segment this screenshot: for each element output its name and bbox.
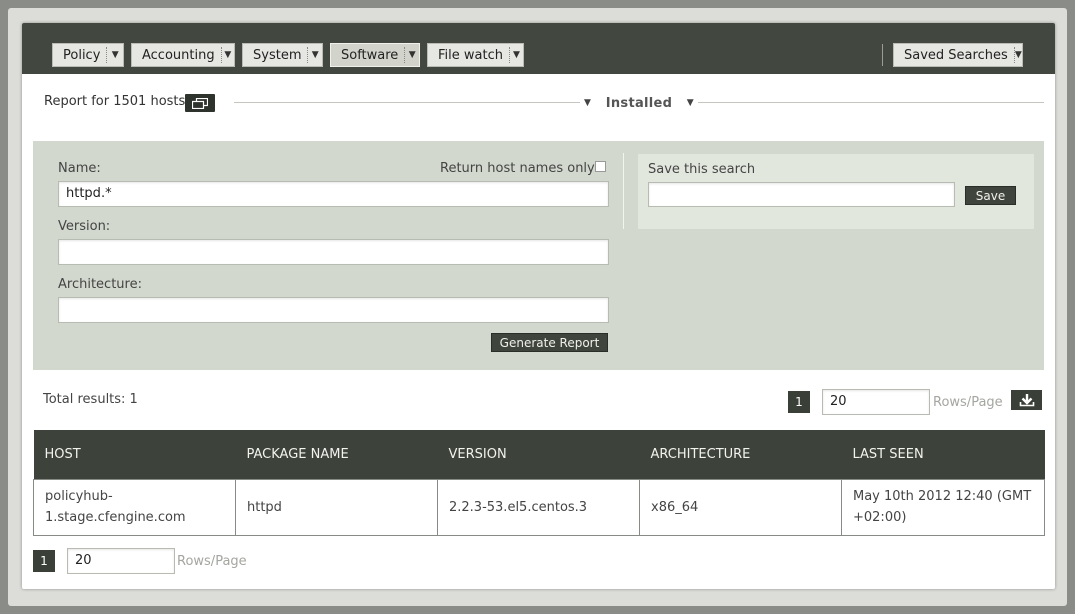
- version-input[interactable]: [58, 239, 609, 265]
- chevron-down-icon[interactable]: ▼: [222, 50, 234, 60]
- rows-per-page-label-bottom: Rows/Page: [177, 554, 247, 569]
- divider-line: [234, 102, 580, 103]
- chevron-down-icon[interactable]: ▼: [308, 50, 322, 60]
- menu-policy-label: Policy: [63, 47, 101, 63]
- save-search-box: Save this search Save: [638, 154, 1034, 229]
- filter-panel: Name: Return host names only: httpd.* Ve…: [33, 141, 1044, 370]
- chevron-down-icon[interactable]: ▼: [405, 50, 419, 60]
- new-window-button[interactable]: [185, 94, 215, 112]
- name-input[interactable]: httpd.*: [58, 181, 609, 207]
- chevron-down-icon: ▼: [584, 98, 592, 108]
- menu-software-label: Software: [341, 47, 399, 63]
- cell-host: policyhub-1.stage.cfengine.com: [33, 478, 236, 536]
- installed-view-selector[interactable]: ▼ Installed ▼: [584, 93, 694, 113]
- menu-software[interactable]: Software ▼: [330, 43, 420, 67]
- report-title: Report for 1501 hosts: [44, 94, 186, 109]
- column-header-version[interactable]: VERSION: [437, 430, 640, 479]
- return-host-names-label: Return host names only:: [440, 161, 599, 176]
- toolbar-divider: [882, 44, 883, 66]
- filter-separator: [623, 153, 624, 229]
- column-header-architecture[interactable]: ARCHITECTURE: [639, 430, 842, 479]
- name-label: Name:: [58, 161, 101, 176]
- table-header-row: HOST PACKAGE NAME VERSION ARCHITECTURE L…: [33, 430, 1045, 479]
- menu-file-watch-label: File watch: [438, 47, 503, 63]
- rows-per-page-label: Rows/Page: [933, 395, 1003, 410]
- saved-searches-label: Saved Searches: [904, 47, 1008, 63]
- column-header-last-seen[interactable]: LAST SEEN: [841, 430, 1045, 479]
- menu-file-watch[interactable]: File watch ▼: [427, 43, 524, 67]
- menu-policy[interactable]: Policy ▼: [52, 43, 124, 67]
- page-number-button[interactable]: 1: [788, 391, 810, 413]
- installed-label: Installed: [605, 95, 673, 111]
- top-navigation-bar: Policy ▼ Accounting ▼ System ▼ Software …: [22, 23, 1055, 74]
- download-button[interactable]: [1011, 390, 1042, 410]
- cell-package-name: httpd: [235, 478, 438, 536]
- saved-searches-menu[interactable]: Saved Searches ▼: [893, 43, 1023, 67]
- rows-per-page-input[interactable]: 20: [822, 389, 930, 415]
- column-header-package-name[interactable]: PACKAGE NAME: [235, 430, 438, 479]
- menu-accounting-label: Accounting: [142, 47, 215, 63]
- cell-version: 2.2.3-53.el5.centos.3: [437, 478, 640, 536]
- column-header-host[interactable]: HOST: [33, 430, 236, 479]
- report-panel: Policy ▼ Accounting ▼ System ▼ Software …: [22, 23, 1055, 589]
- download-icon: [1019, 394, 1034, 407]
- results-table: HOST PACKAGE NAME VERSION ARCHITECTURE L…: [33, 430, 1045, 536]
- cell-architecture: x86_64: [639, 478, 842, 536]
- architecture-label: Architecture:: [58, 277, 142, 292]
- chevron-down-icon[interactable]: ▼: [1015, 50, 1022, 60]
- version-label: Version:: [58, 219, 111, 234]
- page-number-button-bottom[interactable]: 1: [33, 550, 55, 572]
- table-row[interactable]: policyhub-1.stage.cfengine.com httpd 2.2…: [33, 478, 1045, 536]
- architecture-input[interactable]: [58, 297, 609, 323]
- total-results: Total results: 1: [43, 392, 138, 407]
- menu-system-label: System: [253, 47, 302, 63]
- window-icon: [192, 97, 208, 109]
- save-button[interactable]: Save: [965, 186, 1016, 205]
- rows-per-page-input-bottom[interactable]: 20: [67, 548, 175, 574]
- cell-last-seen: May 10th 2012 12:40 (GMT +02:00): [841, 478, 1045, 536]
- menu-system[interactable]: System ▼: [242, 43, 323, 67]
- chevron-down-icon[interactable]: ▼: [107, 50, 123, 60]
- chevron-down-icon: ▼: [686, 98, 694, 108]
- divider-line: [698, 102, 1044, 103]
- save-search-input[interactable]: [648, 182, 955, 207]
- generate-report-button[interactable]: Generate Report: [491, 333, 608, 352]
- chevron-down-icon[interactable]: ▼: [510, 50, 523, 60]
- return-host-names-checkbox[interactable]: [595, 161, 606, 172]
- save-search-label: Save this search: [648, 162, 756, 177]
- menu-accounting[interactable]: Accounting ▼: [131, 43, 235, 67]
